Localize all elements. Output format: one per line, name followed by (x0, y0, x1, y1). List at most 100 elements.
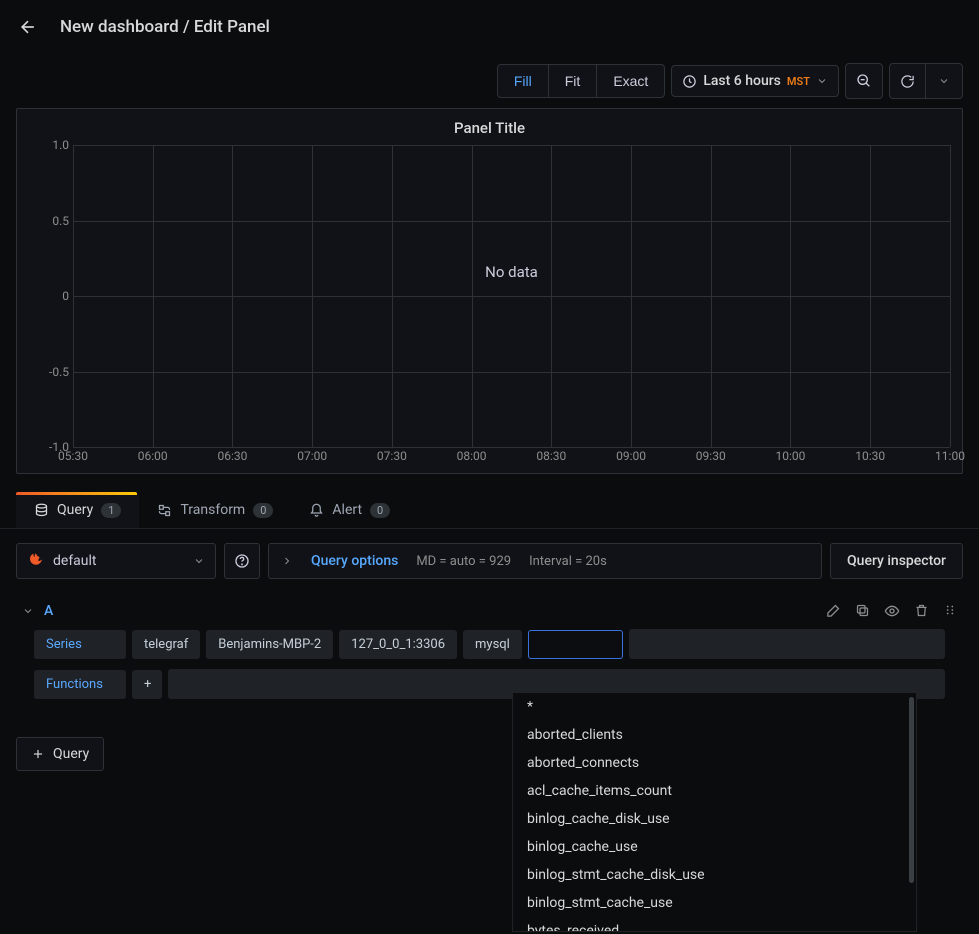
refresh-split-button (889, 63, 963, 99)
y-tick: 1.0 (52, 138, 69, 152)
x-tick: 10:30 (855, 449, 885, 463)
tab-label: Alert (332, 502, 362, 518)
editor-tabs: Query 1 Transform 0 Alert 0 (0, 492, 979, 529)
arrow-left-icon (18, 17, 38, 37)
copy-icon (855, 603, 870, 618)
panel: Panel Title 1.0 0.5 0 -0.5 -1.0 (16, 108, 963, 474)
refresh-interval-button[interactable] (926, 64, 962, 98)
pencil-icon (826, 603, 841, 618)
query-options[interactable]: Query options MD = auto = 929 Interval =… (268, 543, 822, 579)
query-options-label: Query options (311, 553, 398, 569)
eye-icon (884, 603, 900, 619)
chart-grid (73, 145, 950, 447)
bell-icon (309, 503, 324, 518)
time-range-picker[interactable]: Last 6 hours MST (671, 65, 839, 97)
add-query-button[interactable]: Query (16, 737, 104, 771)
query-options-interval: Interval = 20s (529, 554, 607, 569)
dropdown-item[interactable]: binlog_cache_use (513, 833, 916, 861)
transform-icon (157, 503, 172, 518)
fit-mode-exact[interactable]: Exact (597, 65, 664, 97)
fit-mode-fit[interactable]: Fit (549, 65, 598, 97)
x-tick: 09:00 (616, 449, 646, 463)
time-range-label: Last 6 hours (703, 73, 781, 89)
drag-handle[interactable] (943, 603, 957, 619)
edit-query-button[interactable] (826, 603, 841, 619)
clock-icon (682, 74, 697, 89)
datasource-picker[interactable]: default (16, 543, 216, 579)
plus-icon (31, 747, 45, 761)
x-tick: 08:00 (457, 449, 487, 463)
breadcrumb: New dashboard / Edit Panel (60, 17, 270, 37)
dropdown-item[interactable]: aborted_connects (513, 749, 916, 777)
chevron-down-icon (938, 75, 950, 87)
trash-icon (914, 603, 929, 618)
y-tick: -0.5 (49, 365, 69, 379)
datasource-name: default (53, 553, 97, 569)
fit-mode-group: Fill Fit Exact (497, 64, 665, 98)
chevron-right-icon (281, 555, 293, 567)
dropdown-item[interactable]: binlog_cache_disk_use (513, 805, 916, 833)
refresh-button[interactable] (890, 64, 926, 98)
series-segment[interactable]: 127_0_0_1:3306 (339, 630, 457, 659)
datasource-help-button[interactable] (224, 543, 260, 579)
tab-label: Query (57, 502, 93, 518)
x-tick: 07:30 (377, 449, 407, 463)
timezone-badge: MST (787, 75, 810, 88)
dropdown-scrollbar[interactable] (909, 697, 914, 883)
series-label: Series (34, 630, 126, 659)
y-tick: 0.5 (52, 214, 69, 228)
x-tick: 06:30 (217, 449, 247, 463)
dropdown-item[interactable]: bytes_received (513, 917, 916, 932)
back-button[interactable] (16, 15, 40, 39)
x-tick: 10:00 (776, 449, 806, 463)
query-options-md: MD = auto = 929 (416, 554, 511, 569)
tab-count: 0 (370, 503, 390, 518)
dropdown-item[interactable]: binlog_stmt_cache_use (513, 889, 916, 917)
tab-count: 0 (253, 503, 273, 518)
chevron-down-icon[interactable] (22, 605, 34, 617)
dropdown-item[interactable]: binlog_stmt_cache_disk_use (513, 861, 916, 889)
y-tick: 0 (62, 289, 69, 303)
x-tick: 11:00 (935, 449, 965, 463)
refresh-icon (900, 74, 915, 89)
no-data-message: No data (485, 263, 538, 281)
series-segment[interactable]: telegraf (132, 630, 200, 659)
x-tick: 06:00 (138, 449, 168, 463)
x-tick: 08:30 (536, 449, 566, 463)
database-icon (34, 503, 49, 518)
x-tick: 09:30 (696, 449, 726, 463)
tab-label: Transform (180, 502, 245, 518)
duplicate-query-button[interactable] (855, 603, 870, 619)
query-inspector-button[interactable]: Query inspector (830, 543, 963, 579)
tab-count: 1 (101, 503, 121, 518)
tab-alert[interactable]: Alert 0 (291, 492, 408, 528)
chart-area: 1.0 0.5 0 -0.5 -1.0 (29, 145, 950, 465)
question-icon (234, 553, 250, 569)
query-ref-id: A (44, 603, 53, 619)
grafana-icon (27, 552, 45, 570)
series-segment[interactable]: mysql (463, 630, 522, 659)
x-tick: 07:00 (297, 449, 327, 463)
fit-mode-fill[interactable]: Fill (498, 65, 549, 97)
autocomplete-dropdown: * aborted_clients aborted_connects acl_c… (512, 692, 917, 932)
series-segment[interactable]: Benjamins-MBP-2 (206, 630, 333, 659)
add-function-button[interactable]: + (132, 670, 162, 699)
functions-label: Functions (34, 670, 126, 699)
series-segment-input[interactable] (528, 630, 623, 659)
chevron-down-icon (816, 75, 828, 87)
tab-query[interactable]: Query 1 (16, 492, 139, 528)
delete-query-button[interactable] (914, 603, 929, 619)
zoom-out-icon (856, 73, 872, 89)
add-query-label: Query (53, 746, 89, 762)
chevron-down-icon (193, 555, 205, 567)
dropdown-item[interactable]: aborted_clients (513, 721, 916, 749)
tab-transform[interactable]: Transform 0 (139, 492, 291, 528)
segment-fill (629, 629, 945, 659)
toggle-visibility-button[interactable] (884, 603, 900, 619)
dropdown-item[interactable]: * (513, 693, 916, 721)
dropdown-item[interactable]: acl_cache_items_count (513, 777, 916, 805)
zoom-out-button[interactable] (845, 63, 883, 99)
grip-icon (943, 603, 957, 617)
panel-title: Panel Title (29, 119, 950, 137)
x-tick: 05:30 (58, 449, 88, 463)
